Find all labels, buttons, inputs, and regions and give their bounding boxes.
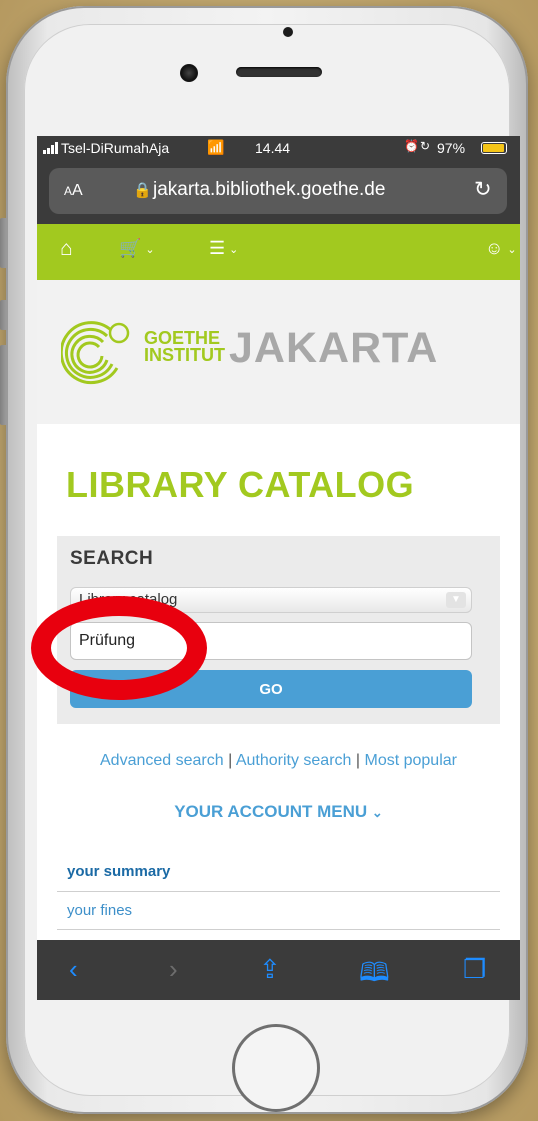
cart-icon[interactable]: 🛒 ⌄ bbox=[119, 238, 155, 259]
home-button[interactable] bbox=[232, 1024, 320, 1112]
page-title: LIBRARY CATALOG bbox=[66, 464, 415, 505]
back-icon[interactable]: ‹ bbox=[69, 954, 78, 985]
link-separator: | bbox=[228, 752, 233, 769]
earpiece-speaker bbox=[236, 67, 322, 77]
header-logo-area: GOETHE INSTITUT JAKARTA bbox=[37, 280, 520, 424]
text-size-button[interactable]: AA bbox=[64, 182, 83, 200]
account-menu-toggle[interactable]: YOUR ACCOUNT MENU ⌄ bbox=[37, 802, 520, 822]
city-name: JAKARTA bbox=[229, 324, 439, 372]
goethe-logo-text: GOETHE INSTITUT bbox=[144, 329, 225, 365]
home-icon[interactable]: ⌂ bbox=[60, 237, 73, 261]
authority-search-link[interactable]: Authority search bbox=[236, 752, 352, 769]
rotation-lock-icon: ↻ bbox=[420, 139, 431, 153]
chevron-down-icon: ⌄ bbox=[507, 243, 517, 256]
goethe-logo-icon bbox=[61, 321, 130, 385]
share-icon[interactable]: ⇪ bbox=[259, 954, 281, 985]
wifi-icon: 📶 bbox=[207, 139, 225, 155]
signal-icon bbox=[43, 142, 58, 154]
advanced-search-link[interactable]: Advanced search bbox=[100, 752, 224, 769]
url-text: jakarta.bibliothek.goethe.de bbox=[153, 179, 386, 200]
link-separator: | bbox=[355, 752, 361, 769]
menu-item-fines[interactable]: your fines bbox=[57, 892, 500, 930]
address-bar: AA 🔒 jakarta.bibliothek.goethe.de ↻ bbox=[37, 160, 520, 224]
browser-toolbar: ‹ › ⇪ 🕮 ❐ bbox=[37, 940, 520, 1000]
menu-item-summary[interactable]: your summary bbox=[57, 856, 500, 892]
lock-icon: 🔒 bbox=[133, 182, 152, 199]
chevron-down-icon: ⌄ bbox=[229, 243, 239, 256]
battery-icon bbox=[481, 142, 507, 154]
user-icon[interactable]: ☺ ⌄ bbox=[485, 238, 517, 259]
url-field[interactable]: AA 🔒 jakarta.bibliothek.goethe.de ↻ bbox=[49, 168, 507, 214]
site-nav: ⌂ 🛒 ⌄ ☰ ⌄ ☺ ⌄ bbox=[37, 224, 520, 280]
alarm-icon: ⏰ bbox=[404, 139, 419, 153]
account-menu-label: YOUR ACCOUNT MENU bbox=[174, 802, 368, 821]
dropdown-arrow-icon: ▼ bbox=[446, 592, 466, 608]
forward-icon[interactable]: › bbox=[169, 954, 178, 985]
front-camera bbox=[180, 64, 198, 82]
phone-screen: Tsel-DiRumahAja 📶 14.44 ⏰ ↻ 97% AA 🔒 jak… bbox=[37, 136, 520, 1000]
search-links: Advanced search | Authority search | Mos… bbox=[37, 752, 520, 770]
list-icon[interactable]: ☰ ⌄ bbox=[209, 238, 238, 259]
clock: 14.44 bbox=[255, 140, 291, 156]
carrier-name: Tsel-DiRumahAja bbox=[61, 140, 170, 156]
battery-percent: 97% bbox=[437, 140, 466, 156]
tabs-icon[interactable]: ❐ bbox=[463, 954, 486, 985]
search-label: SEARCH bbox=[70, 548, 154, 569]
sensor-dot bbox=[283, 27, 293, 37]
bookmarks-icon[interactable]: 🕮 bbox=[359, 954, 390, 998]
reload-icon[interactable]: ↻ bbox=[474, 177, 492, 202]
highlight-circle bbox=[31, 596, 207, 700]
chevron-down-icon: ⌄ bbox=[371, 805, 383, 820]
chevron-down-icon: ⌄ bbox=[145, 243, 155, 256]
logo-line-2: INSTITUT bbox=[144, 345, 225, 365]
status-bar: Tsel-DiRumahAja 📶 14.44 ⏰ ↻ 97% bbox=[37, 136, 520, 160]
most-popular-link[interactable]: Most popular bbox=[364, 752, 457, 769]
